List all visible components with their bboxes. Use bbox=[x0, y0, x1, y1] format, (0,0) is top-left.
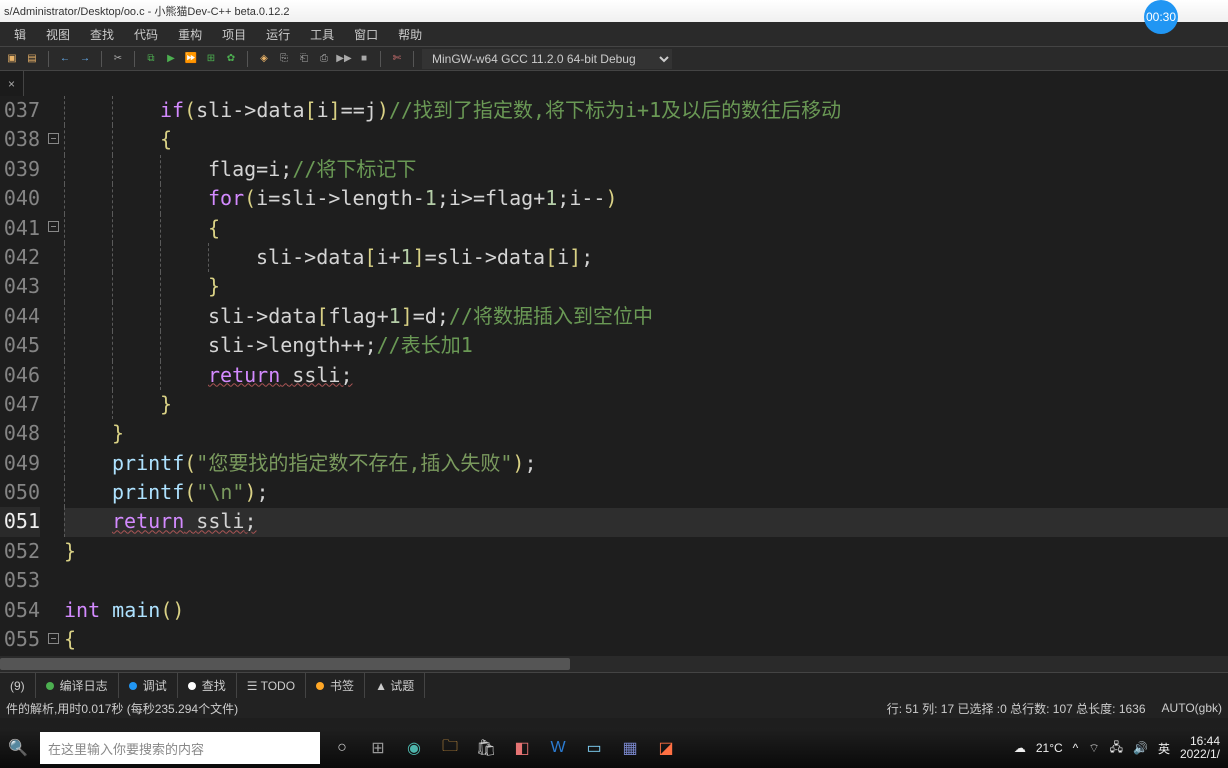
code-line[interactable]: flag=i;//将下标记下 bbox=[64, 155, 1228, 184]
menu-item[interactable]: 运行 bbox=[256, 22, 300, 47]
cut2-icon[interactable]: ✄ bbox=[389, 51, 405, 67]
menu-item[interactable]: 视图 bbox=[36, 22, 80, 47]
code-line[interactable]: return ssli; bbox=[64, 507, 1228, 536]
code-line[interactable]: sli->length++;//表长加1 bbox=[64, 331, 1228, 360]
bottom-tab[interactable]: 编译日志 bbox=[36, 673, 119, 698]
bottom-tab[interactable]: 查找 bbox=[178, 673, 237, 698]
store-icon[interactable]: 🛍 bbox=[468, 730, 504, 766]
horizontal-scrollbar[interactable] bbox=[0, 656, 1228, 672]
code-line[interactable]: } bbox=[64, 272, 1228, 301]
app-icon[interactable]: ◧ bbox=[504, 730, 540, 766]
system-tray[interactable]: ☁ 21°C ^ ⌔ 🖧 🔊 英 16:44 2022/1/ bbox=[1014, 735, 1228, 761]
breakpoint-icon[interactable]: ◈ bbox=[256, 51, 272, 67]
menu-item[interactable]: 工具 bbox=[300, 22, 344, 47]
menu-item[interactable]: 项目 bbox=[212, 22, 256, 47]
build-run-icon[interactable]: ⏩ bbox=[183, 51, 199, 67]
folder-open-icon[interactable]: ▤ bbox=[24, 51, 40, 67]
code-line[interactable]: for(i=sli->length-1;i>=flag+1;i--) bbox=[64, 184, 1228, 213]
bottom-tab[interactable]: 书签 bbox=[306, 673, 365, 698]
search-icon[interactable]: 🔍 bbox=[0, 730, 36, 766]
code-line[interactable]: sli->data[flag+1]=d;//将数据插入到空位中 bbox=[64, 302, 1228, 331]
titlebar-path: s/Administrator/Desktop/oo.c - 小熊猫Dev-C+… bbox=[4, 3, 290, 19]
fold-icon[interactable] bbox=[48, 133, 59, 144]
toolbar: ▣ ▤ ← → ✂ ⧉ ▶ ⏩ ⊞ ✿ ◈ ⎘ ⎗ ⎙ ▶▶ ■ ✄ MinGW… bbox=[0, 46, 1228, 70]
bottom-tab[interactable]: ▲ 试题 bbox=[365, 673, 425, 698]
chevron-up-icon[interactable]: ^ bbox=[1073, 741, 1079, 755]
status-encoding: AUTO(gbk) bbox=[1162, 701, 1222, 715]
code-line[interactable]: } bbox=[64, 390, 1228, 419]
menu-item[interactable]: 帮助 bbox=[388, 22, 432, 47]
menu-item[interactable]: 查找 bbox=[80, 22, 124, 47]
app2-icon[interactable]: ▦ bbox=[612, 730, 648, 766]
code-editor[interactable]: 0370380390400410420430440450460470480490… bbox=[0, 96, 1228, 656]
devcpp-icon[interactable]: ◪ bbox=[648, 730, 684, 766]
status-bar: 件的解析,用时0.017秒 (每秒235.294个文件) 行: 51 列: 17… bbox=[0, 698, 1228, 718]
folder-icon[interactable]: ▣ bbox=[4, 51, 20, 67]
code-line[interactable]: { bbox=[64, 214, 1228, 243]
step-into-icon[interactable]: ⎗ bbox=[296, 51, 312, 67]
debug-icon[interactable]: ✿ bbox=[223, 51, 239, 67]
arrow-right-icon[interactable]: → bbox=[77, 51, 93, 67]
status-cursor-pos: 行: 51 列: 17 已选择 :0 总行数: 107 总长度: 1636 bbox=[887, 700, 1146, 717]
fold-icon[interactable] bbox=[48, 633, 59, 644]
code-line[interactable]: } bbox=[64, 419, 1228, 448]
cortana-icon[interactable]: ○ bbox=[324, 730, 360, 766]
issues-count[interactable]: (9) bbox=[0, 673, 36, 698]
run-icon[interactable]: ▶ bbox=[163, 51, 179, 67]
main-menu[interactable]: 辑视图查找代码重构项目运行工具窗口帮助 bbox=[0, 22, 1228, 46]
continue-icon[interactable]: ▶▶ bbox=[336, 51, 352, 67]
code-line[interactable]: return ssli; bbox=[64, 361, 1228, 390]
arrow-left-icon[interactable]: ← bbox=[57, 51, 73, 67]
menu-item[interactable]: 重构 bbox=[168, 22, 212, 47]
bottom-tab[interactable]: 调试 bbox=[119, 673, 178, 698]
stop-icon[interactable]: ■ bbox=[356, 51, 372, 67]
code-line[interactable]: { bbox=[64, 125, 1228, 154]
code-area[interactable]: if(sli->data[i]==j)//找到了指定数,将下标为i+1及以后的数… bbox=[64, 96, 1228, 656]
wifi-icon[interactable]: ⌔ bbox=[1088, 741, 1099, 756]
code-line[interactable]: printf("您要找的指定数不存在,插入失败"); bbox=[64, 449, 1228, 478]
scrollbar-thumb[interactable] bbox=[0, 658, 570, 670]
rebuild-icon[interactable]: ⊞ bbox=[203, 51, 219, 67]
code-line[interactable]: int main() bbox=[64, 596, 1228, 625]
bottom-tab[interactable]: ☰ TODO bbox=[237, 673, 306, 698]
volume-icon[interactable]: 🔊 bbox=[1133, 741, 1148, 755]
code-line[interactable]: { bbox=[64, 625, 1228, 654]
file-tab[interactable]: × bbox=[0, 71, 24, 96]
code-line[interactable] bbox=[64, 566, 1228, 595]
code-line[interactable]: if(sli->data[i]==j)//找到了指定数,将下标为i+1及以后的数… bbox=[64, 96, 1228, 125]
compiler-select[interactable]: MinGW-w64 GCC 11.2.0 64-bit Debug bbox=[422, 49, 672, 69]
windows-search-input[interactable]: 在这里输入你要搜索的内容 bbox=[40, 732, 320, 764]
line-gutter: 0370380390400410420430440450460470480490… bbox=[0, 96, 46, 656]
code-line[interactable]: printf("\n"); bbox=[64, 478, 1228, 507]
step-out-icon[interactable]: ⎙ bbox=[316, 51, 332, 67]
cut-icon[interactable]: ✂ bbox=[110, 51, 126, 67]
record-badge: 00:30 bbox=[1144, 0, 1178, 34]
fold-column[interactable] bbox=[46, 96, 64, 656]
menu-item[interactable]: 窗口 bbox=[344, 22, 388, 47]
network-icon[interactable]: 🖧 bbox=[1110, 738, 1123, 759]
menu-item[interactable]: 辑 bbox=[4, 22, 36, 47]
windows-taskbar[interactable]: 🔍 在这里输入你要搜索的内容 ○ ⊞ ◉ 🗀 🛍 ◧ W ▭ ▦ ◪ ☁ 21°… bbox=[0, 728, 1228, 768]
close-icon[interactable]: × bbox=[8, 77, 15, 91]
edge-icon[interactable]: ◉ bbox=[396, 730, 432, 766]
code-line[interactable]: } bbox=[64, 537, 1228, 566]
tab-bar: × bbox=[0, 70, 1228, 96]
titlebar: s/Administrator/Desktop/oo.c - 小熊猫Dev-C+… bbox=[0, 0, 1228, 22]
weather-icon[interactable]: ☁ bbox=[1014, 741, 1026, 755]
step-over-icon[interactable]: ⎘ bbox=[276, 51, 292, 67]
fold-icon[interactable] bbox=[48, 221, 59, 232]
notepad-icon[interactable]: ▭ bbox=[576, 730, 612, 766]
bottom-panel-tabs: (9) 编译日志调试查找☰ TODO书签▲ 试题 bbox=[0, 672, 1228, 698]
clock-date[interactable]: 2022/1/ bbox=[1180, 748, 1220, 761]
status-parse-info: 件的解析,用时0.017秒 (每秒235.294个文件) bbox=[6, 700, 238, 717]
weather-temp: 21°C bbox=[1036, 741, 1063, 755]
ime-indicator[interactable]: 英 bbox=[1158, 740, 1170, 757]
explorer-icon[interactable]: 🗀 bbox=[432, 730, 468, 766]
task-view-icon[interactable]: ⊞ bbox=[360, 730, 396, 766]
build-icon[interactable]: ⧉ bbox=[143, 51, 159, 67]
code-line[interactable]: sli->data[i+1]=sli->data[i]; bbox=[64, 243, 1228, 272]
word-icon[interactable]: W bbox=[540, 730, 576, 766]
menu-item[interactable]: 代码 bbox=[124, 22, 168, 47]
